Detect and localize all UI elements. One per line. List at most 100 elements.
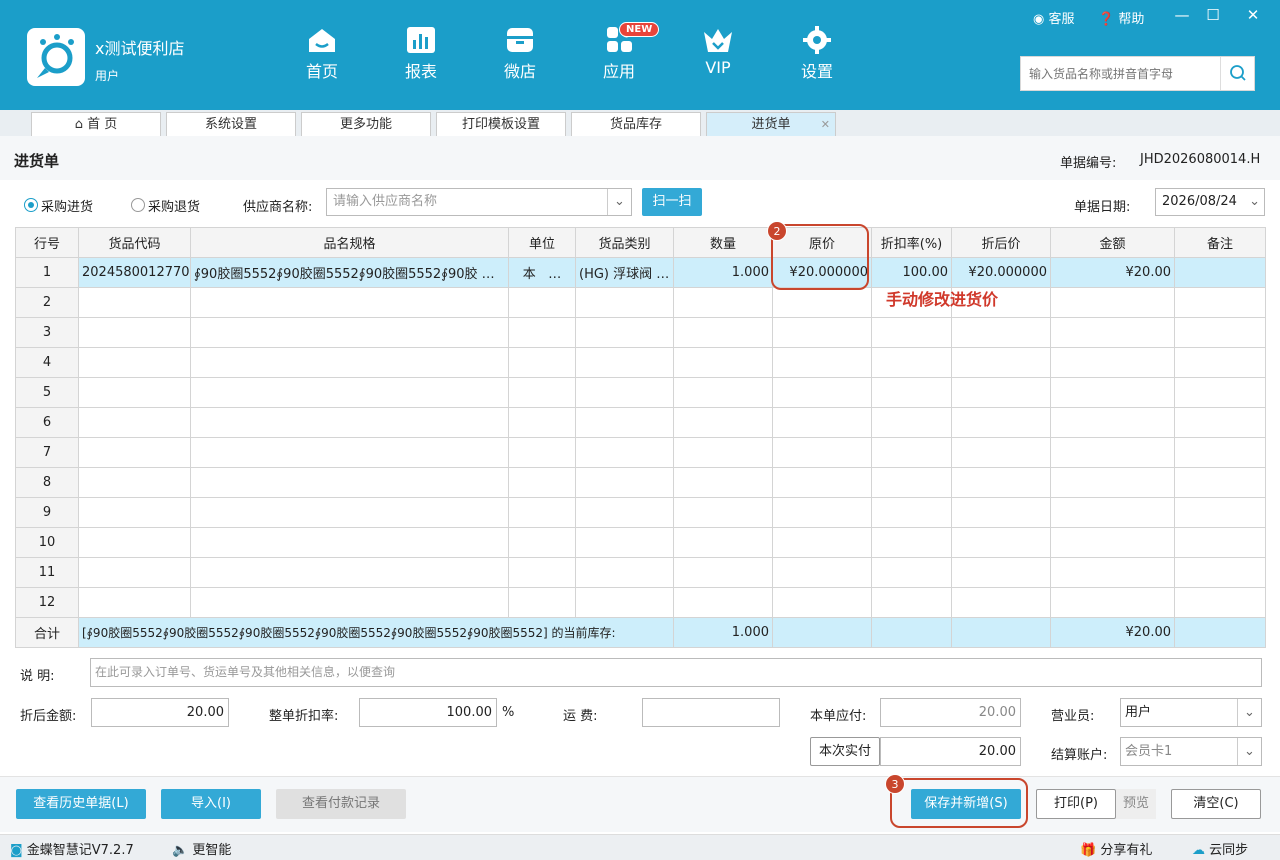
nav-store-label: 微店: [503, 62, 536, 81]
cell-unit[interactable]: 本 …: [508, 257, 576, 288]
page-title: 进货单: [14, 152, 60, 170]
chevron-down-icon[interactable]: ⌄: [1237, 738, 1261, 765]
close-icon[interactable]: ✕: [1243, 6, 1263, 24]
table-row[interactable]: 12: [15, 587, 1266, 618]
nav-report[interactable]: 报表: [386, 26, 456, 86]
tab-more-features[interactable]: 更多功能: [301, 112, 431, 136]
row-number: 6: [15, 407, 79, 438]
whole-discount-input[interactable]: 100.00: [359, 698, 497, 727]
tab-system-settings[interactable]: 系统设置: [166, 112, 296, 136]
clear-button[interactable]: 清空(C): [1171, 789, 1261, 819]
cell-amount[interactable]: ¥20.00: [1050, 257, 1175, 288]
radio-return-dot[interactable]: [131, 198, 145, 212]
payments-button[interactable]: 查看付款记录: [276, 789, 406, 819]
cell-category-text: (HG) 浮球阀: [579, 267, 653, 282]
maximize-icon[interactable]: ☐: [1203, 6, 1223, 24]
search-input[interactable]: [1021, 57, 1221, 90]
callout-number-2: 2: [767, 221, 787, 241]
scan-button[interactable]: 扫一扫: [642, 188, 702, 216]
col-header: 单位: [508, 227, 576, 258]
tab-inventory[interactable]: 货品库存: [571, 112, 701, 136]
cell-name-text: ∮90胶圈5552∮90胶圈5552∮90胶圈5552∮90胶: [194, 267, 478, 282]
cloud-icon: ☁: [1192, 843, 1210, 858]
note-placeholder: 在此可录入订单号、货运单号及其他相关信息，以便查询: [95, 665, 396, 679]
table-row[interactable]: 10: [15, 527, 1266, 558]
cell-name[interactable]: ∮90胶圈5552∮90胶圈5552∮90胶圈5552∮90胶 …: [190, 257, 509, 288]
annotation-text: 手动修改进货价: [886, 290, 999, 309]
row-number: 11: [15, 557, 79, 588]
service-link[interactable]: ◉ 客服: [1033, 8, 1075, 27]
chevron-down-icon[interactable]: ⌄: [607, 189, 631, 215]
summary-row: 合计 [∮90胶圈5552∮90胶圈5552∮90胶圈5552∮90胶圈5552…: [15, 617, 1266, 648]
grid-header-row: 行号 货品代码 品名规格 单位 货品类别 数量 原价 折扣率(%) 折后价 金额…: [15, 227, 1266, 258]
account-select[interactable]: 会员卡1 ⌄: [1120, 737, 1262, 766]
note-label: 说 明:: [20, 669, 55, 684]
account-label: 结算账户:: [1051, 748, 1108, 763]
tab-home[interactable]: ⌂ 首 页: [31, 112, 161, 136]
gift-icon: 🎁: [1080, 843, 1101, 858]
col-header: 货品类别: [575, 227, 674, 258]
share-link[interactable]: 🎁 分享有礼: [1080, 839, 1152, 858]
nav-settings[interactable]: 设置: [782, 26, 852, 86]
after-amount-input[interactable]: 20.00: [91, 698, 229, 727]
tab-purchase-order[interactable]: 进货单 ✕: [706, 112, 836, 136]
cell-qty[interactable]: 1.000: [673, 257, 773, 288]
history-button[interactable]: 查看历史单据(L): [16, 789, 146, 819]
freight-input[interactable]: [642, 698, 780, 727]
version-info: ◙ 金蝶智慧记V7.2.7: [10, 839, 134, 858]
supplier-input[interactable]: 请输入供应商名称 ⌄: [326, 188, 632, 216]
table-row[interactable]: 4: [15, 347, 1266, 378]
table-row[interactable]: 7: [15, 437, 1266, 468]
cell-code[interactable]: 2024580012770: [78, 257, 191, 288]
radio-purchase-label: 采购进货: [41, 200, 94, 215]
tab-print-template[interactable]: 打印模板设置: [436, 112, 566, 136]
table-row[interactable]: 5: [15, 377, 1266, 408]
radio-return-label: 采购退货: [148, 200, 201, 215]
date-input[interactable]: 2026/08/24 ⌄: [1155, 188, 1265, 216]
sync-link[interactable]: ☁ 云同步: [1192, 839, 1248, 858]
tab-home-label: 首 页: [87, 117, 118, 132]
table-row[interactable]: 8: [15, 467, 1266, 498]
speaker-icon: 🔈: [172, 843, 193, 858]
cell-after-price[interactable]: ¥20.000000: [951, 257, 1051, 288]
help-link[interactable]: ❓ 帮助: [1098, 8, 1144, 27]
cell-discount[interactable]: 100.00: [871, 257, 952, 288]
print-button[interactable]: 打印(P): [1036, 789, 1116, 819]
nav-vip[interactable]: VIP: [683, 26, 753, 86]
table-row[interactable]: 11: [15, 557, 1266, 588]
import-button[interactable]: 导入(I): [161, 789, 261, 819]
date-chevron-icon[interactable]: ⌄: [1249, 189, 1260, 215]
date-label: 单据日期:: [1074, 200, 1131, 215]
search-box: [1020, 56, 1255, 91]
cell-category[interactable]: (HG) 浮球阀 …: [575, 257, 674, 288]
minimize-icon[interactable]: —: [1172, 6, 1192, 24]
sync-text: 云同步: [1209, 843, 1249, 858]
paid-button[interactable]: 本次实付: [810, 737, 880, 766]
nav-store[interactable]: 微店: [485, 26, 555, 86]
paid-input[interactable]: 20.00: [880, 737, 1021, 766]
row-number: 2: [15, 287, 79, 318]
summary-qty: 1.000: [673, 617, 773, 648]
payable-value: 20.00: [880, 698, 1021, 727]
salesman-value: 用户: [1125, 705, 1152, 720]
table-row[interactable]: 9: [15, 497, 1266, 528]
row-number: 3: [15, 317, 79, 348]
table-row[interactable]: 6: [15, 407, 1266, 438]
table-row[interactable]: 2: [15, 287, 1266, 318]
col-header: 货品代码: [78, 227, 191, 258]
preview-button[interactable]: 预览: [1116, 789, 1156, 819]
cell-remark[interactable]: [1174, 257, 1266, 288]
col-header: 品名规格: [190, 227, 509, 258]
note-input[interactable]: 在此可录入订单号、货运单号及其他相关信息，以便查询: [90, 658, 1262, 687]
chevron-down-icon[interactable]: ⌄: [1237, 699, 1261, 726]
summary-stock-text: [∮90胶圈5552∮90胶圈5552∮90胶圈5552∮90胶圈5552∮90…: [78, 617, 674, 648]
table-row[interactable]: 3: [15, 317, 1266, 348]
radio-purchase-dot[interactable]: [24, 198, 38, 212]
table-row[interactable]: 1 2024580012770 ∮90胶圈5552∮90胶圈5552∮90胶圈5…: [15, 257, 1266, 288]
notice-ticker[interactable]: 🔈 更智能: [172, 839, 231, 858]
tab-close-icon[interactable]: ✕: [821, 113, 830, 136]
salesman-select[interactable]: 用户 ⌄: [1120, 698, 1262, 727]
search-button[interactable]: [1220, 57, 1254, 90]
nav-home[interactable]: 首页: [287, 26, 357, 86]
col-header: 折扣率(%): [871, 227, 952, 258]
